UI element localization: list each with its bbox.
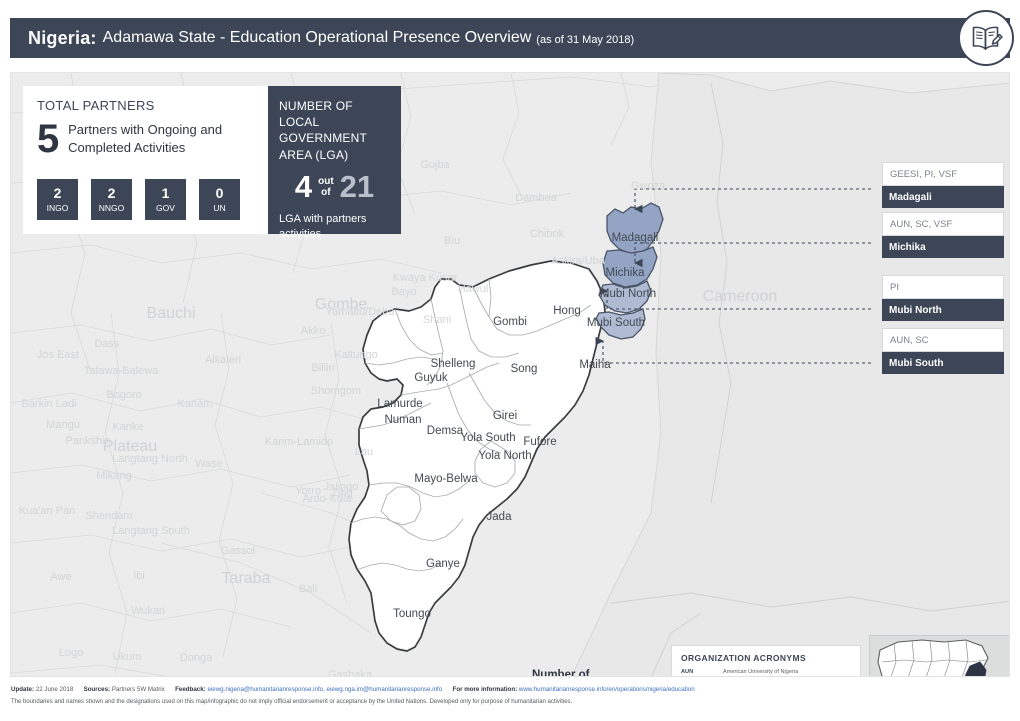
total-partners-description: Partners with Ongoing and Completed Acti…	[68, 122, 223, 155]
partner-chip-value: 0	[215, 185, 224, 201]
footer-feedback-label: Feedback:	[175, 686, 206, 693]
footer-disclaimer: The boundaries and names shown and the d…	[11, 699, 573, 705]
footer-sources-value: Partners 5W Matrix	[111, 686, 165, 693]
acronym-key: AUN	[681, 669, 694, 676]
nigeria-locator-inset	[869, 635, 1009, 676]
footer-more-info-url[interactable]: www.humanitarianresponse.info/en/operati…	[519, 686, 695, 693]
acronyms-title: ORGANIZATION ACRONYMS	[681, 653, 807, 663]
page-title: Adamawa State - Education Operational Pr…	[102, 29, 532, 46]
partner-chip-label: GOV	[156, 203, 175, 213]
acronym-key: GEESI	[681, 676, 723, 677]
page-header: Nigeria: Adamawa State - Education Opera…	[10, 18, 1010, 58]
partner-type-chips: 2 INGO 2 NNGO 1 GOV 0 UN	[37, 179, 254, 220]
lga-out-word: out	[318, 175, 334, 187]
callout-lga-name: Mubi North	[882, 299, 1004, 321]
total-partners-count: 5	[37, 117, 60, 161]
callout-lga-name: Michika	[882, 236, 1004, 258]
partner-chip-label: INGO	[46, 203, 69, 213]
callout-lga-name: Mubi South	[882, 352, 1004, 374]
partner-chip-un: 0 UN	[199, 179, 240, 220]
callout-organisations: AUN, SC	[882, 328, 1004, 352]
acronym-value: American University of Nigeria	[723, 669, 799, 676]
total-partners-title: TOTAL PARTNERS	[37, 98, 155, 113]
partner-chip-gov: 1 GOV	[145, 179, 186, 220]
partner-chip-label: NNGO	[98, 203, 125, 213]
total-partners-panel: TOTAL PARTNERS 5 Partners with Ongoing a…	[23, 86, 268, 234]
footer-feedback-emails[interactable]: eiewg.nigeria@humanitarianresponse.info,…	[207, 686, 442, 693]
partner-chip-label: UN	[213, 203, 226, 213]
organization-acronyms-box: ORGANIZATION ACRONYMS AUN American Univer…	[671, 645, 861, 677]
book-pencil-icon	[958, 10, 1014, 66]
adamawa-state-outline	[348, 260, 606, 652]
header-as-of-date: (as of 31 May 2018)	[536, 34, 635, 46]
acronym-row: GEESIGlobal Education Emergency Support …	[681, 676, 839, 677]
footer-update-label: Update:	[11, 686, 35, 693]
callout-mubi-south[interactable]: AUN, SC Mubi South	[882, 328, 1004, 374]
header-country: Nigeria:	[28, 27, 97, 48]
footer-update-value: 22 June 2018	[35, 686, 74, 693]
lga-count-panel: NUMBER OF LOCAL GOVERNMENT AREA (LGA) 4 …	[268, 86, 401, 240]
infographic-page: Nigeria: Adamawa State - Education Opera…	[0, 0, 1020, 721]
callout-organisations: GEESI, PI, VSF	[882, 162, 1004, 186]
legend-title: Number of Organisations	[532, 669, 590, 677]
acronym-row: AUN American University of Nigeria	[681, 668, 839, 676]
acronyms-table: AUN American University of NigeriaGEESIGl…	[681, 668, 839, 677]
partner-chip-value: 1	[161, 185, 170, 201]
partner-chip-value: 2	[107, 185, 116, 201]
callout-mubi-north[interactable]: PI Mubi North	[882, 275, 1004, 321]
callout-madagali[interactable]: GEESI, PI, VSF Madagali	[882, 162, 1004, 208]
map-canvas[interactable]: GujbaDamboaGwozaGuianiBiuChibokAskira/Ub…	[10, 72, 1010, 677]
partner-chip-ingo: 2 INGO	[37, 179, 78, 220]
footer-sources-label: Sources:	[83, 686, 111, 693]
organisations-legend: Number of Organisations 013689	[532, 668, 657, 677]
lga-panel-title: NUMBER OF LOCAL GOVERNMENT AREA (LGA)	[279, 99, 367, 162]
callout-lga-name: Madagali	[882, 186, 1004, 208]
partner-chip-nngo: 2 NNGO	[91, 179, 132, 220]
acronym-value: Global Education Emergency Support Initi…	[723, 676, 839, 677]
lga-covered-count: 4	[294, 168, 313, 204]
lga-michika	[602, 246, 658, 288]
lga-mubi-south	[595, 308, 646, 340]
page-footer: Update: 22 June 2018 Sources: Partners 5…	[11, 686, 1011, 705]
lga-of-word: of	[321, 186, 331, 198]
footer-more-info-label: For more information:	[452, 686, 518, 693]
callout-organisations: AUN, SC, VSF	[882, 212, 1004, 236]
lga-panel-subtitle: LGA with partners activities	[279, 212, 367, 240]
callout-michika[interactable]: AUN, SC, VSF Michika	[882, 212, 1004, 258]
lga-madagali	[606, 202, 664, 254]
partner-chip-value: 2	[53, 185, 62, 201]
lga-total-count: 21	[339, 168, 375, 204]
callout-organisations: PI	[882, 275, 1004, 299]
